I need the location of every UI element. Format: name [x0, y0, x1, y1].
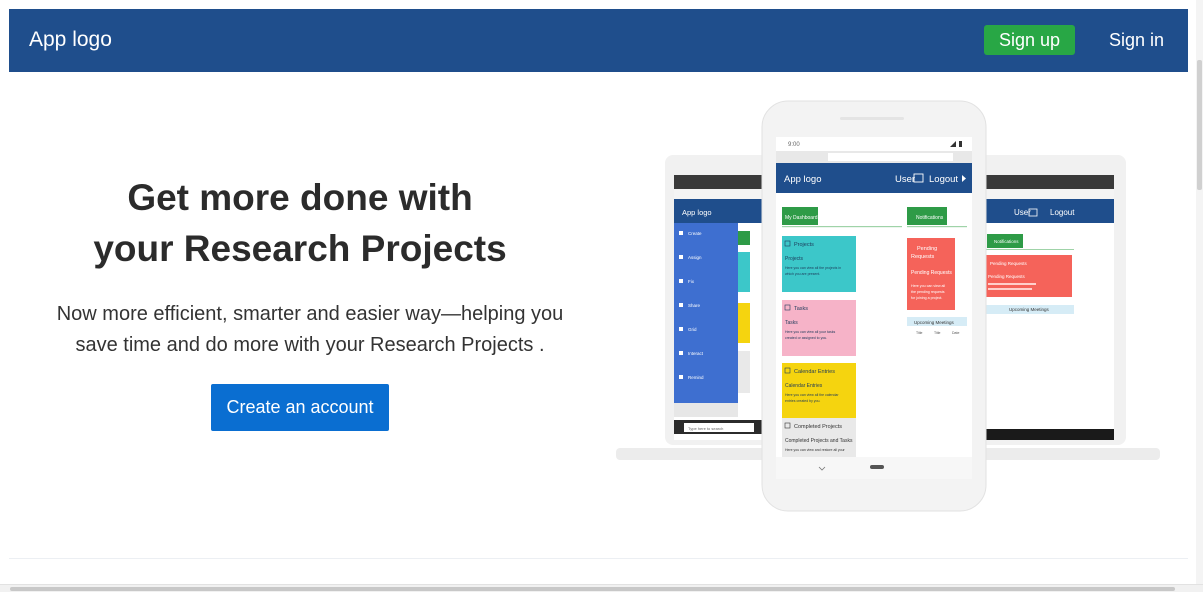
section-divider	[9, 558, 1188, 559]
phone-dashboard-label: My Dashboard	[785, 215, 818, 221]
phone-card-desc: Here you can view all the calendar	[785, 393, 839, 397]
phone-pending-desc-2: the pending requests	[911, 290, 945, 294]
create-account-button[interactable]: Create an account	[211, 384, 389, 431]
sign-up-button[interactable]: Sign up	[984, 25, 1075, 55]
phone-card-desc: Here you can view all the projects in	[785, 266, 841, 270]
phone: 9:00 App logo User Logout My Dashboard N…	[761, 100, 987, 512]
phone-app-logo: App logo	[784, 174, 822, 185]
laptop-right-logout: Logout	[1050, 208, 1075, 217]
phone-card-title: Tasks	[785, 320, 798, 326]
phone-pending-desc-3: for joining a project.	[911, 296, 942, 300]
phone-card-title: Completed Projects and Tasks	[785, 438, 853, 444]
laptop-left-menu-item: Assign	[688, 255, 702, 260]
phone-pending-heading-1: Pending	[917, 246, 937, 252]
laptop-left-menu-item: Grid	[688, 327, 697, 332]
phone-card-desc: Here you can view and restore all your	[785, 448, 846, 452]
laptop-right-meetings-heading: Upcoming Meetings	[1009, 307, 1050, 312]
laptop-left-menu-item: Share	[688, 303, 701, 308]
laptop-right-base	[982, 448, 1160, 460]
hero-subtitle-line-1: Now more efficient, smarter and easier w…	[56, 303, 564, 325]
phone-card-desc: which you are present.	[785, 272, 820, 276]
hero-title: Get more done with your Research Project…	[60, 172, 540, 274]
phone-meetings-col-2: Title	[934, 331, 941, 335]
phone-pending-title: Pending Requests	[911, 270, 952, 276]
phone-card-desc: Here you can view all your tasks	[785, 330, 835, 334]
horizontal-scrollbar[interactable]	[0, 584, 1203, 592]
phone-card-desc: entries created by you.	[785, 399, 820, 403]
laptop-left-sidebar	[674, 223, 738, 403]
phone-card-heading: Projects	[794, 242, 814, 248]
vertical-scrollbar-thumb[interactable]	[1197, 60, 1202, 190]
laptop-left-menu-icon	[679, 279, 683, 283]
page: App logo Sign up Sign in Get more done w…	[0, 0, 1203, 592]
laptop-left-menu-item: Interact	[688, 351, 704, 356]
phone-pending-heading-2: Requests	[911, 254, 934, 260]
hero-title-line-1: Get more done with	[127, 177, 473, 218]
hero-subtitle: Now more efficient, smarter and easier w…	[20, 299, 600, 361]
phone-card-heading: Calendar Entries	[794, 369, 835, 375]
laptop-right: User Logout Notifications Pending Reques…	[974, 155, 1126, 445]
vertical-scrollbar[interactable]	[1196, 0, 1203, 584]
app-logo[interactable]: App logo	[29, 28, 112, 52]
laptop-left-menu-icon	[679, 231, 683, 235]
laptop-left-menu-icon	[679, 303, 683, 307]
phone-card-heading: Completed Projects	[794, 424, 842, 430]
phone-card-title: Projects	[785, 256, 804, 262]
laptop-left-menu-icon	[679, 351, 683, 355]
phone-card-heading: Tasks	[794, 306, 808, 312]
phone-status-time: 9:00	[788, 142, 800, 148]
laptop-left-menu-item: Remind	[688, 375, 704, 380]
phone-card-desc: created or assigned to you.	[785, 336, 827, 340]
navbar: App logo Sign up Sign in	[9, 9, 1188, 72]
laptop-left-menu-item: Create	[688, 231, 702, 236]
laptop-left-search: Type here to search	[688, 426, 723, 431]
hero-title-line-2: your Research Projects	[93, 228, 507, 269]
laptop-left-menu-icon	[679, 375, 683, 379]
sign-in-link[interactable]: Sign in	[1109, 30, 1164, 51]
phone-home-indicator	[870, 465, 884, 469]
laptop-left-logo: App logo	[682, 208, 712, 217]
hero-subtitle-line-2: save time and do more with your Research…	[75, 334, 545, 356]
laptop-right-notifications: Notifications	[994, 239, 1019, 244]
phone-meetings-col-1: Title	[916, 331, 923, 335]
device-mockup-illustration: App logo Create Assign Fix Share Grid Interac…	[616, 100, 1160, 512]
phone-logout-label: Logout	[929, 174, 958, 185]
laptop-left-menu-item: Fix	[688, 279, 695, 284]
laptop-right-pending-heading: Pending Requests	[990, 261, 1028, 266]
phone-pending-desc-1: Here you can view all	[911, 284, 945, 288]
phone-user-label: User	[895, 174, 915, 185]
horizontal-scrollbar-thumb[interactable]	[10, 587, 1175, 591]
phone-notifications-label: Notifications	[916, 215, 944, 221]
phone-meetings-heading: Upcoming Meetings	[914, 320, 955, 325]
phone-meetings-col-3: Date	[952, 331, 959, 335]
laptop-right-pending-title: Pending Requests	[988, 274, 1026, 279]
laptop-left-menu-icon	[679, 255, 683, 259]
phone-card-title: Calendar Entries	[785, 383, 823, 389]
laptop-left-menu-icon	[679, 327, 683, 331]
